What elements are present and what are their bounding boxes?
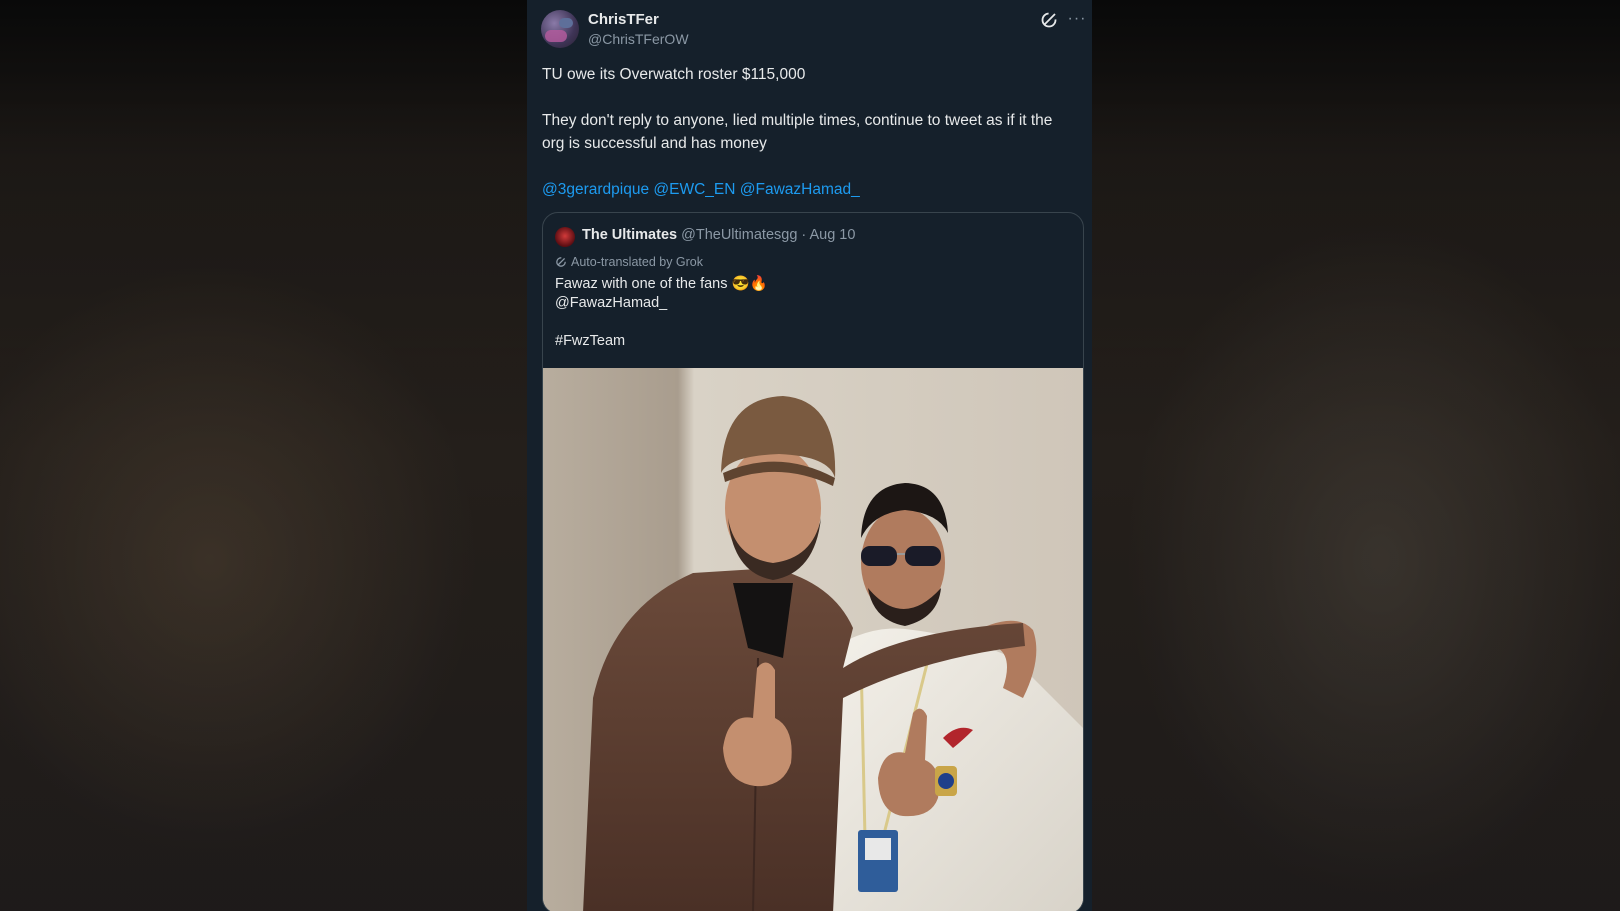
more-icon[interactable]: ··· [1067,9,1087,29]
quoted-header: The Ultimates @TheUltimatesgg · Aug 10 [582,227,855,243]
mention-link[interactable]: @EWC_EN [653,181,735,198]
avatar[interactable] [541,10,579,48]
quoted-photo[interactable] [543,368,1083,911]
quoted-handle[interactable]: @TheUltimatesgg [681,227,797,243]
auto-translated-label: Auto-translated by Grok [571,255,704,269]
tweet-card[interactable]: ChrisTFer @ChrisTFerOW ··· TU owe its Ov… [527,0,1092,911]
quoted-mention[interactable]: @FawazHamad_ [555,294,1065,313]
tweet-mentions: @3gerardpique @EWC_EN @FawazHamad_ [542,178,1077,201]
quoted-text-line: Fawaz with one of the fans 😎🔥 [555,276,768,292]
author-handle[interactable]: @ChrisTFerOW [588,31,689,47]
tweet-line-1: TU owe its Overwatch roster $115,000 [542,66,806,83]
grok-icon[interactable] [1039,10,1059,30]
mention-link[interactable]: @FawazHamad_ [740,181,860,198]
tweet-line-2: They don't reply to anyone, lied multipl… [542,112,1053,152]
quoted-display-name[interactable]: The Ultimates [582,227,677,243]
quoted-date[interactable]: · Aug 10 [801,227,855,243]
grok-icon [556,257,566,267]
mention-link[interactable]: @3gerardpique [542,181,649,198]
quoted-avatar[interactable] [555,227,575,247]
quoted-body: Fawaz with one of the fans 😎🔥 @FawazHama… [555,275,1065,351]
quoted-tweet[interactable]: The Ultimates @TheUltimatesgg · Aug 10 A… [542,212,1084,911]
author-display-name[interactable]: ChrisTFer [588,11,659,28]
photo-illustration [543,368,1083,911]
tweet-body: TU owe its Overwatch roster $115,000 The… [542,63,1077,201]
auto-translated-note: Auto-translated by Grok [555,255,703,269]
quoted-hashtag[interactable]: #FwzTeam [555,332,1065,351]
